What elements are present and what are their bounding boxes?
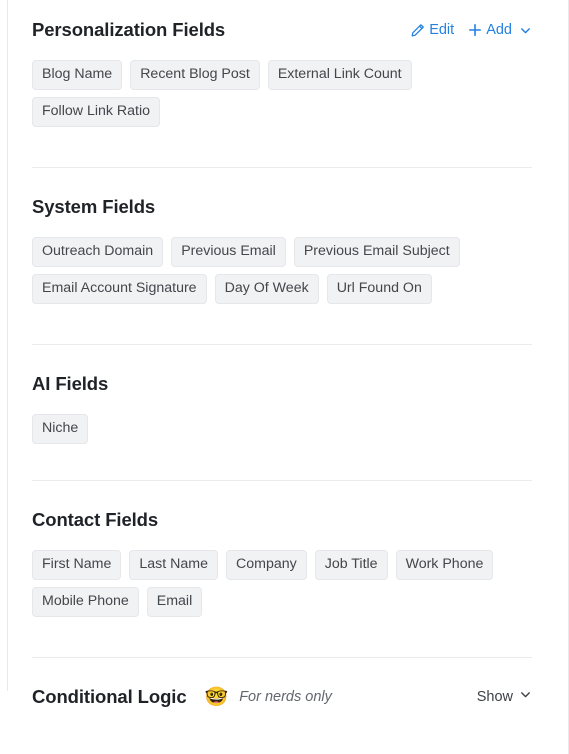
- pencil-icon: [410, 23, 425, 38]
- field-chip[interactable]: Previous Email: [171, 237, 286, 267]
- show-label: Show: [476, 689, 513, 705]
- field-chip[interactable]: Day Of Week: [214, 274, 319, 304]
- field-chip[interactable]: Company: [225, 550, 307, 580]
- edit-fields-button[interactable]: Edit: [410, 20, 454, 40]
- nerd-face-emoji: 🤓: [204, 686, 229, 708]
- section-title-contact-fields: Contact Fields: [32, 509, 159, 530]
- section-system-fields: System Fields Outreach Domain Previous E…: [32, 194, 532, 304]
- edit-label: Edit: [429, 22, 455, 38]
- field-chip[interactable]: Previous Email Subject: [293, 237, 460, 267]
- chip-list-contact-fields: First Name Last Name Company Job Title W…: [32, 550, 532, 617]
- plus-icon: [468, 23, 482, 37]
- section-conditional-logic: Conditional Logic 🤓 For nerds only Show: [32, 684, 532, 710]
- field-chip[interactable]: Last Name: [129, 550, 218, 580]
- conditional-logic-header: Conditional Logic 🤓 For nerds only Show: [32, 684, 532, 710]
- field-chip[interactable]: Mobile Phone: [32, 587, 139, 617]
- field-chip[interactable]: Email Account Signature: [32, 274, 207, 304]
- field-chip[interactable]: Niche: [32, 414, 89, 444]
- field-chip[interactable]: Job Title: [314, 550, 388, 580]
- field-chip[interactable]: External Link Count: [267, 60, 412, 90]
- section-title-personalization-fields: Personalization Fields: [32, 19, 226, 40]
- section-title-system-fields: System Fields: [32, 196, 156, 217]
- conditional-logic-show-toggle[interactable]: Show: [477, 687, 532, 707]
- field-chip[interactable]: Url Found On: [326, 274, 432, 304]
- add-label: Add: [486, 22, 512, 38]
- chip-list-system-fields: Outreach Domain Previous Email Previous …: [32, 237, 532, 304]
- field-chip[interactable]: Work Phone: [395, 550, 494, 580]
- conditional-logic-title-group: Conditional Logic 🤓 For nerds only: [32, 684, 332, 710]
- section-ai-fields: AI Fields Niche: [32, 371, 532, 444]
- field-chip[interactable]: Email: [146, 587, 203, 617]
- add-field-button[interactable]: Add: [468, 20, 532, 40]
- section-actions: Edit Add: [410, 20, 532, 40]
- chevron-down-icon[interactable]: [519, 24, 532, 37]
- section-header: Contact Fields: [32, 507, 532, 533]
- section-contact-fields: Contact Fields First Name Last Name Comp…: [32, 507, 532, 617]
- chip-list-ai-fields: Niche: [32, 414, 532, 444]
- panel-content: Personalization Fields Edit Add Blog Nam…: [0, 0, 568, 710]
- section-header: System Fields: [32, 194, 532, 220]
- section-header: AI Fields: [32, 371, 532, 397]
- chip-list-personalization-fields: Blog Name Recent Blog Post External Link…: [32, 60, 532, 127]
- field-chip[interactable]: First Name: [32, 550, 122, 580]
- field-chip[interactable]: Blog Name: [32, 60, 123, 90]
- section-title-conditional-logic: Conditional Logic: [32, 686, 187, 707]
- conditional-logic-note: For nerds only: [239, 689, 332, 705]
- field-chip[interactable]: Follow Link Ratio: [32, 97, 161, 127]
- personalization-fields-panel: Personalization Fields Edit Add Blog Nam…: [0, 0, 569, 754]
- section-title-ai-fields: AI Fields: [32, 373, 109, 394]
- field-chip[interactable]: Outreach Domain: [32, 237, 164, 267]
- panel-left-rail: [7, 0, 8, 691]
- section-header: Personalization Fields Edit Add: [32, 17, 532, 43]
- field-chip[interactable]: Recent Blog Post: [130, 60, 260, 90]
- chevron-down-icon: [519, 687, 532, 707]
- section-personalization-fields: Personalization Fields Edit Add Blog Nam…: [32, 17, 532, 127]
